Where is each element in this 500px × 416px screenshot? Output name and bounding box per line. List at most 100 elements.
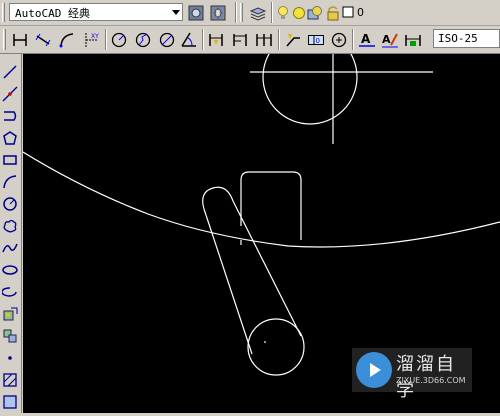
jogged-dim-icon — [135, 32, 151, 48]
arc-button[interactable] — [1, 173, 19, 191]
polyline-button[interactable] — [1, 107, 19, 125]
quick-dimension-button[interactable] — [206, 30, 226, 50]
point-button[interactable] — [1, 349, 19, 367]
linear-dim-icon — [13, 34, 27, 46]
jogged-dimension-button[interactable] — [133, 30, 153, 50]
rounded-rectangle — [240, 171, 302, 240]
baseline-dimension-button[interactable] — [230, 30, 250, 50]
play-icon — [370, 363, 381, 377]
line-button[interactable] — [1, 63, 19, 81]
circle-button[interactable] — [1, 195, 19, 213]
lightbulb-icon — [278, 6, 288, 19]
dimension-update-button[interactable] — [403, 30, 423, 50]
hatch-button[interactable] — [1, 371, 19, 389]
workspace-settings-button[interactable] — [186, 3, 206, 23]
quick-dim-icon — [209, 34, 223, 46]
separator — [202, 29, 204, 50]
gradient-button[interactable] — [1, 393, 19, 411]
current-layer-name: 0 — [357, 6, 364, 19]
toolbar-grip[interactable] — [240, 3, 243, 22]
toolbar-grip[interactable] — [3, 29, 6, 50]
aligned-dimension-button[interactable] — [33, 30, 53, 50]
ellipse-arc-button[interactable] — [1, 283, 19, 301]
chevron-down-icon — [172, 10, 180, 15]
dimension-text-edit-button[interactable]: A — [380, 30, 400, 50]
large-arc — [22, 151, 500, 248]
linear-dimension-button[interactable] — [10, 30, 30, 50]
tolerance-button[interactable]: 0 — [306, 30, 326, 50]
radius-dimension-button[interactable] — [109, 30, 129, 50]
draw-toolbar — [0, 54, 22, 413]
workspace-value: AutoCAD 经典 — [15, 7, 90, 20]
make-block-icon — [3, 329, 17, 343]
workspaces-layers-toolbar: AutoCAD 经典 0 — [0, 0, 500, 26]
rectangle-icon — [3, 155, 17, 165]
workspace-settings-icon — [188, 5, 204, 21]
my-workspace-button[interactable] — [208, 3, 228, 23]
center-dot — [264, 341, 266, 343]
rectangle-button[interactable] — [1, 151, 19, 169]
svg-text:0: 0 — [316, 37, 320, 45]
angular-dimension-button[interactable] — [179, 30, 199, 50]
separator — [278, 29, 280, 50]
leader-icon — [286, 34, 300, 47]
polygon-button[interactable] — [1, 129, 19, 147]
sun-icon — [293, 7, 305, 19]
ordinate-dim-icon: XY — [85, 33, 99, 47]
tilted-capsule-top — [202, 186, 234, 210]
line-icon — [3, 65, 17, 79]
make-block-button[interactable] — [1, 327, 19, 345]
center-mark-icon — [331, 32, 347, 48]
construction-line-icon — [2, 86, 18, 102]
dim-edit-icon: A — [359, 32, 375, 47]
layer-freeze-toggle[interactable] — [291, 3, 307, 23]
ellipse-button[interactable] — [1, 261, 19, 279]
polyline-icon — [4, 111, 17, 121]
separator — [235, 2, 237, 23]
separator — [352, 29, 354, 50]
layer-color-swatch[interactable] — [341, 4, 355, 20]
top-circle — [262, 29, 358, 125]
arc-icon — [3, 175, 17, 189]
spline-button[interactable] — [1, 239, 19, 257]
baseline-dim-icon — [233, 34, 247, 46]
lock-icon — [327, 6, 339, 21]
workspace-dropdown[interactable]: AutoCAD 经典 — [9, 3, 183, 21]
polygon-icon — [3, 131, 17, 145]
tolerance-icon: 0 — [308, 35, 324, 45]
toolbar-grip[interactable] — [2, 3, 5, 22]
layer-viewport-freeze-toggle[interactable] — [307, 3, 323, 23]
arc-length-button[interactable] — [57, 30, 77, 50]
continue-dimension-button[interactable] — [254, 30, 274, 50]
quick-leader-button[interactable] — [283, 30, 303, 50]
bottom-circle — [247, 318, 305, 376]
gradient-icon — [3, 395, 17, 409]
layer-lock-toggle[interactable] — [325, 3, 341, 23]
layers-icon — [249, 7, 267, 21]
aligned-dim-icon — [35, 33, 51, 47]
circle-icon — [3, 197, 17, 211]
svg-text:XY: XY — [91, 33, 99, 40]
construction-line-button[interactable] — [1, 85, 19, 103]
ellipse-arc-icon — [2, 287, 17, 297]
revision-cloud-button[interactable] — [1, 217, 19, 235]
layer-properties-button[interactable] — [248, 3, 268, 23]
dimension-toolbar: XY 0 A A ISO-25 — [0, 26, 500, 54]
insert-block-button[interactable] — [1, 305, 19, 323]
layer-on-toggle[interactable] — [275, 3, 291, 23]
ordinate-dimension-button[interactable]: XY — [81, 30, 101, 50]
separator — [271, 2, 273, 23]
center-mark-button[interactable] — [329, 30, 349, 50]
dimension-style-dropdown[interactable]: ISO-25 — [433, 29, 500, 48]
viewport-sun-icon — [307, 6, 322, 20]
color-square-icon — [342, 6, 354, 18]
spline-icon — [2, 243, 18, 253]
angular-dim-icon — [181, 32, 196, 47]
tilted-capsule-right — [232, 200, 302, 337]
cloud-icon — [3, 219, 17, 233]
insert-block-icon — [3, 307, 18, 321]
dimension-edit-button[interactable]: A — [357, 30, 377, 50]
watermark: 溜溜自学 ZIXUE.3D66.COM — [352, 348, 472, 401]
diameter-dimension-button[interactable] — [157, 30, 177, 50]
dim-update-icon — [405, 35, 421, 46]
